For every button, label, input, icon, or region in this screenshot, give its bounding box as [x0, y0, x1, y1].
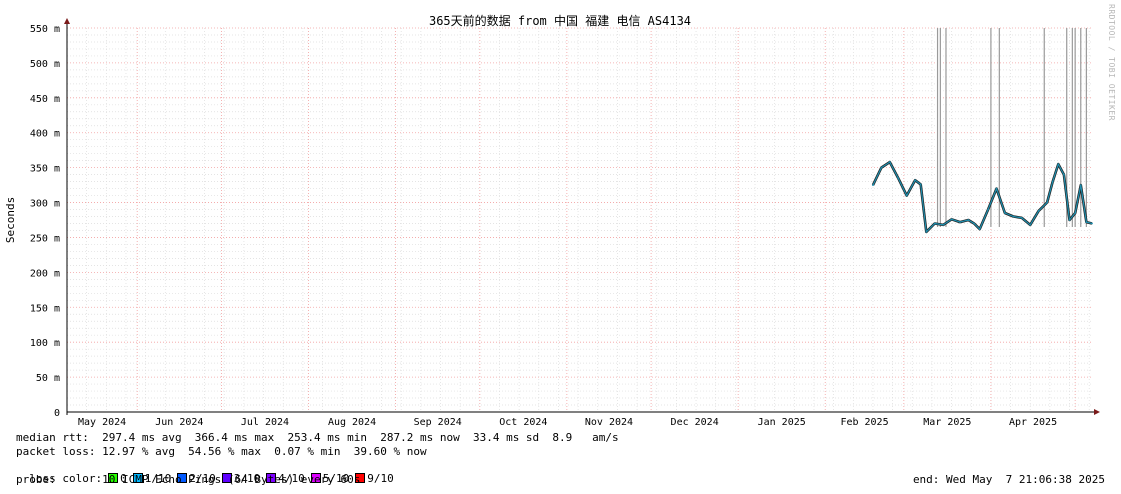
data-point	[933, 222, 936, 225]
chart-title: 365天前的数据 from 中国 福建 电信 AS4134	[429, 13, 691, 28]
data-point	[959, 221, 961, 223]
x-tick-label: Jan 2025	[758, 417, 806, 428]
data-point	[905, 194, 908, 197]
x-tick-label: Feb 2025	[840, 417, 888, 428]
data-point	[872, 184, 874, 186]
packet-loss-stats: packet loss: 12.97 % avg 54.56 % max 0.0…	[16, 445, 427, 458]
x-tick-label: Mar 2025	[923, 417, 971, 428]
data-point	[995, 187, 998, 190]
data-point	[1051, 180, 1054, 183]
loss-spikes	[936, 28, 1087, 227]
series-line	[872, 161, 1093, 233]
x-tick-label: Sep 2024	[414, 417, 462, 428]
data-point	[1091, 222, 1093, 225]
data-point	[1057, 163, 1060, 166]
x-tick-label: Nov 2024	[585, 417, 633, 428]
y-tick-label: 100 m	[30, 338, 60, 349]
x-tick-label: Jul 2024	[241, 417, 289, 428]
data-point	[967, 219, 970, 221]
legend-label: 9/10	[367, 472, 394, 485]
y-tick-label: 0	[54, 408, 60, 419]
data-point	[919, 183, 922, 186]
data-point	[1004, 212, 1006, 214]
data-point	[987, 208, 989, 211]
median-rtt-stats: median rtt: 297.4 ms avg 366.4 ms max 25…	[16, 431, 619, 444]
end-timestamp: end: Wed May 7 21:06:38 2025	[912, 473, 1105, 486]
data-point	[978, 228, 981, 230]
latency-chart: 0 50 m 100 m 150 m 200 m 250 m 300 m 350 m 400 m…	[4, 13, 1100, 428]
y-tick-label: 400 m	[30, 129, 60, 140]
data-point	[914, 179, 916, 182]
data-point	[880, 166, 883, 169]
chart-axes	[64, 18, 1100, 415]
data-point	[942, 223, 945, 226]
x-tick-label: Jun 2024	[155, 417, 203, 428]
x-tick-label: Aug 2024	[328, 417, 376, 428]
y-tick-label: 500 m	[30, 59, 60, 70]
y-tick-label: 200 m	[30, 268, 60, 279]
x-tick-label: Apr 2025	[1009, 417, 1057, 428]
y-tick-label: 450 m	[30, 94, 60, 105]
x-tick-label: Oct 2024	[499, 417, 547, 428]
y-tick-label: 250 m	[30, 233, 60, 244]
y-tick-label: 550 m	[30, 24, 60, 35]
data-point	[950, 218, 953, 221]
x-tick-labels: May 2024 Jun 2024 Jul 2024 Aug 2024 Sep 2024…	[78, 417, 1057, 428]
data-point	[1085, 221, 1088, 223]
data-point	[1012, 215, 1015, 218]
data-point	[897, 177, 900, 180]
probe-info: probe: 10 ICMP Echo Pings (64 Bytes) eve…	[16, 473, 361, 486]
chart-grid	[67, 27, 1092, 412]
data-point	[1046, 201, 1048, 204]
series-layer	[871, 160, 1093, 234]
data-point	[1063, 173, 1065, 176]
data-point	[925, 230, 928, 233]
data-point	[1079, 184, 1082, 186]
data-point	[888, 161, 891, 163]
y-tick-label: 350 m	[30, 164, 60, 175]
data-point	[1020, 217, 1023, 219]
y-axis-label: Seconds	[4, 197, 17, 243]
data-point	[1074, 212, 1077, 214]
data-point	[1068, 219, 1071, 221]
y-tick-label: 300 m	[30, 199, 60, 210]
y-tick-label: 150 m	[30, 303, 60, 314]
x-tick-label: Dec 2024	[671, 417, 719, 428]
data-point	[1029, 223, 1032, 226]
y-axis-arrow	[64, 18, 70, 24]
x-axis-arrow	[1094, 409, 1100, 415]
rrdtool-watermark: RRDTOOL / TOBI OETIKER	[1107, 4, 1116, 121]
data-point	[1037, 210, 1040, 212]
x-tick-label: May 2024	[78, 417, 126, 428]
y-tick-labels: 0 50 m 100 m 150 m 200 m 250 m 300 m 350 m 400 m…	[30, 24, 60, 419]
data-point	[973, 222, 975, 225]
y-tick-label: 50 m	[36, 373, 60, 384]
